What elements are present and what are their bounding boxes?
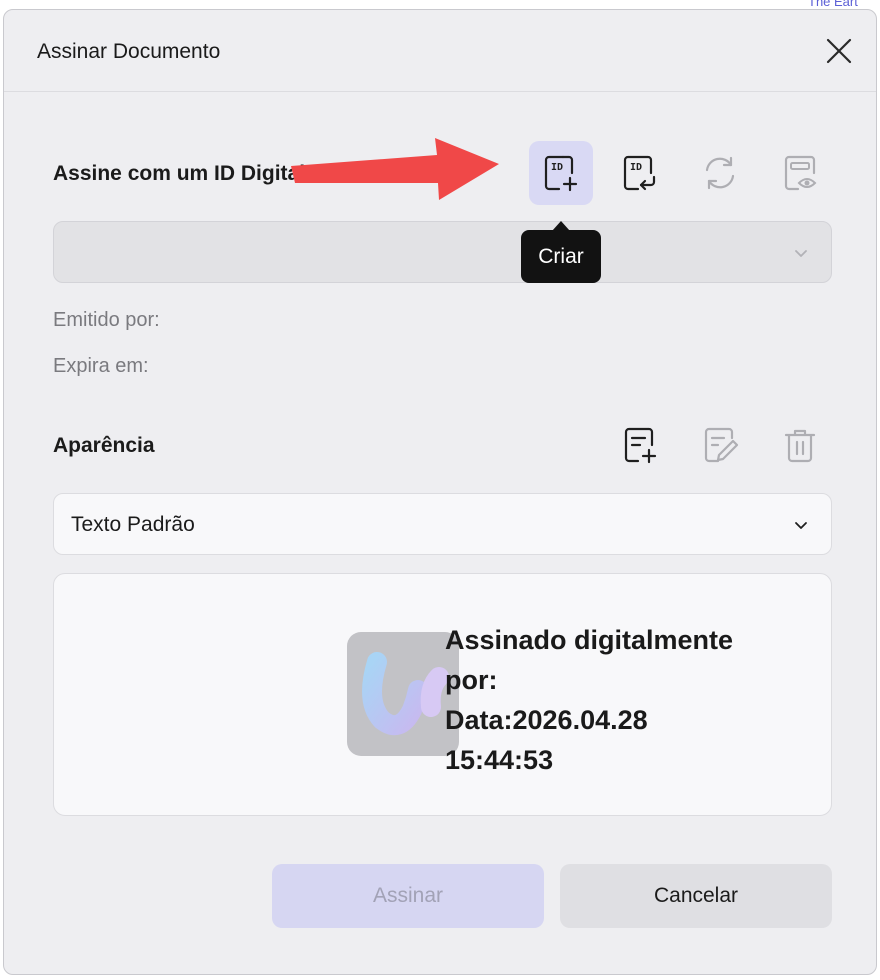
edit-appearance-button[interactable] bbox=[688, 413, 752, 477]
dialog-title: Assinar Documento bbox=[37, 40, 221, 63]
create-tooltip: Criar bbox=[521, 221, 601, 283]
preview-line-1: Assinado digitalmente bbox=[445, 625, 734, 655]
close-button[interactable] bbox=[822, 34, 856, 68]
digital-id-label: Assine com um ID Digital bbox=[53, 162, 306, 185]
cancel-button[interactable]: Cancelar bbox=[560, 864, 832, 928]
id-import-icon: ID bbox=[623, 155, 656, 191]
trash-icon bbox=[784, 429, 816, 463]
view-id-button[interactable] bbox=[768, 141, 832, 205]
preview-line-3: Data:2026.04.28 bbox=[445, 705, 648, 735]
chevron-down-icon bbox=[795, 522, 807, 529]
refresh-button[interactable] bbox=[688, 141, 752, 205]
expires-label: Expira em: bbox=[53, 355, 149, 377]
svg-text:ID: ID bbox=[551, 162, 563, 173]
svg-text:ID: ID bbox=[630, 162, 642, 173]
appearance-select-value: Texto Padrão bbox=[71, 513, 195, 536]
close-icon bbox=[826, 38, 852, 64]
add-appearance-icon bbox=[624, 427, 657, 464]
chevron-down-icon bbox=[795, 250, 807, 257]
sign-button[interactable]: Assinar bbox=[272, 864, 544, 928]
sign-document-dialog: Assinar Documento Assine com um ID Digit… bbox=[3, 9, 877, 975]
refresh-icon bbox=[705, 156, 735, 190]
background-link[interactable]: The Eart bbox=[808, 0, 880, 9]
create-id-button[interactable]: ID bbox=[529, 141, 593, 205]
delete-appearance-button[interactable] bbox=[768, 413, 832, 477]
signature-preview: Assinado digitalmente por: Data:2026.04.… bbox=[53, 573, 832, 816]
appearance-label: Aparência bbox=[53, 434, 155, 457]
add-appearance-button[interactable] bbox=[608, 413, 672, 477]
signature-preview-text: Assinado digitalmente por: Data:2026.04.… bbox=[445, 620, 733, 780]
import-id-button[interactable]: ID bbox=[608, 141, 672, 205]
digital-id-select[interactable] bbox=[53, 221, 832, 283]
app-logo bbox=[347, 632, 459, 756]
id-create-icon: ID bbox=[544, 155, 578, 192]
preview-line-4: 15:44:53 bbox=[445, 745, 554, 775]
preview-line-2: por: bbox=[445, 665, 498, 695]
dialog-title-bar: Assinar Documento bbox=[4, 10, 876, 92]
appearance-select[interactable]: Texto Padrão bbox=[53, 493, 832, 555]
issued-by-label: Emitido por: bbox=[53, 309, 160, 331]
app-logo-icon bbox=[362, 652, 449, 736]
annotation-arrow-icon bbox=[291, 138, 499, 200]
id-view-icon bbox=[784, 155, 817, 191]
edit-icon bbox=[704, 427, 739, 463]
